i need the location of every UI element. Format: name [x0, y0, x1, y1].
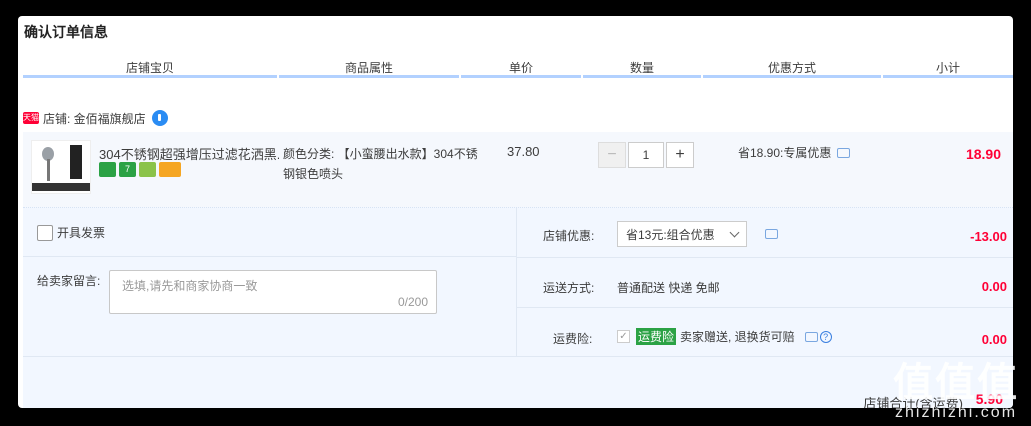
shop-bar: 天猫 店铺: 金佰福旗舰店 [23, 108, 168, 128]
quantity-increase-button[interactable]: + [666, 142, 694, 168]
item-subtotal: 18.90 [965, 146, 1001, 162]
insurance-text: 卖家赠送, 退换货可赔 [680, 330, 795, 344]
shop-total-row: 店铺合计(含运费) 5.90 [23, 356, 1013, 408]
insurance-row: 运费险: ✓ 运费险 卖家赠送, 退换货可赔 ? 0.00 [517, 308, 1013, 358]
shop-discount-value: 省13元:组合优惠 [617, 221, 778, 247]
shop-discount-select[interactable]: 省13元:组合优惠 [617, 221, 747, 247]
tmall-service-icon[interactable] [99, 162, 116, 177]
quantity-stepper: − 1 + [598, 142, 694, 168]
fee-details: 店铺优惠: 省13元:组合优惠 -13.00 运送方式: 普通配送 快递 免邮 … [517, 208, 1013, 356]
header-col-subtotal: 小计 [883, 58, 1013, 78]
insurance-amount: 0.00 [981, 332, 1007, 347]
header-col-shop-item: 店铺宝贝 [23, 58, 277, 78]
shower-pipe-shape [47, 159, 50, 181]
help-icon[interactable]: ? [819, 330, 832, 343]
watermark-url: zhizhizhi.com [894, 404, 1018, 421]
product-title[interactable]: 304不锈钢超强增压过滤花洒黑... [99, 144, 279, 163]
order-summary-section: 开具发票 给卖家留言: 选填,请先和商家协商一致 0/200 店铺优惠: 省13… [23, 208, 1013, 408]
buyer-options: 开具发票 给卖家留言: 选填,请先和商家协商一致 0/200 [23, 208, 517, 356]
credit-card-icon[interactable] [159, 162, 181, 177]
tmall-icon: 天猫 [23, 112, 39, 124]
message-label: 给卖家留言: [37, 274, 101, 288]
shipping-row: 运送方式: 普通配送 快递 免邮 0.00 [517, 258, 1013, 308]
order-item-row: 304不锈钢超强增压过滤花洒黑... 7 颜色分类: 【小蛮腰出水款】304不锈… [23, 132, 1013, 208]
order-confirm-panel: 确认订单信息 店铺宝贝 商品属性 单价 数量 优惠方式 小计 天猫 店铺: 金佰… [18, 16, 1013, 408]
guarantee-icon[interactable] [139, 162, 156, 177]
insurance-checkbox[interactable]: ✓ [617, 330, 630, 343]
seven-day-return-icon[interactable]: 7 [119, 162, 136, 177]
product-thumbnail[interactable] [31, 140, 91, 194]
discount-method: 省18.90:专属优惠 [738, 144, 851, 161]
service-icons: 7 [99, 162, 181, 177]
unit-price: 37.80 [507, 144, 540, 159]
message-placeholder: 选填,请先和商家协商一致 [122, 279, 258, 293]
shop-name[interactable]: 店铺: 金佰福旗舰店 [43, 110, 146, 127]
quantity-decrease-button[interactable]: − [598, 142, 626, 168]
site-watermark: 值值值 zhizhizhi.com [893, 362, 1019, 422]
comment-icon[interactable] [837, 147, 851, 158]
product-attributes: 颜色分类: 【小蛮腰出水款】304不锈钢银色喷头 [283, 147, 478, 181]
comment-icon[interactable] [765, 229, 778, 239]
divider [23, 256, 517, 257]
shop-discount-label: 店铺优惠: [543, 229, 595, 243]
insurance-value: ✓ 运费险 卖家赠送, 退换货可赔 ? [617, 328, 832, 345]
chevron-down-icon [729, 227, 740, 237]
discount-text: 省18.90:专属优惠 [738, 146, 832, 160]
shop-discount-amount: -13.00 [970, 229, 1007, 244]
shipping-amount: 0.00 [981, 279, 1007, 294]
shop-discount-selected: 省13元:组合优惠 [626, 227, 715, 242]
shipping-value: 普通配送 快递 免邮 [617, 281, 720, 295]
quantity-input[interactable]: 1 [628, 142, 664, 168]
insurance-badge: 运费险 [636, 328, 677, 345]
thumbnail-caption-strip [32, 183, 90, 191]
chat-icon[interactable] [151, 110, 168, 126]
header-col-quantity: 数量 [583, 58, 701, 78]
invoice-label: 开具发票 [57, 226, 106, 240]
insurance-label: 运费险: [553, 332, 593, 346]
seller-message-textarea[interactable]: 选填,请先和商家协商一致 0/200 [109, 270, 437, 314]
header-col-price: 单价 [461, 58, 581, 78]
invoice-option[interactable]: 开具发票 [37, 224, 105, 241]
header-col-discount: 优惠方式 [703, 58, 881, 78]
watermark-logo: 值值值 [893, 361, 1019, 405]
comment-icon[interactable] [804, 331, 818, 342]
product-box-shape [70, 145, 82, 179]
message-char-count: 0/200 [397, 295, 428, 309]
shipping-label: 运送方式: [543, 281, 595, 295]
header-col-attributes: 商品属性 [279, 58, 459, 78]
table-header: 店铺宝贝 商品属性 单价 数量 优惠方式 小计 [23, 58, 1013, 82]
invoice-checkbox[interactable] [37, 224, 53, 241]
page-title: 确认订单信息 [24, 24, 108, 40]
shop-discount-row: 店铺优惠: 省13元:组合优惠 -13.00 [517, 208, 1013, 258]
